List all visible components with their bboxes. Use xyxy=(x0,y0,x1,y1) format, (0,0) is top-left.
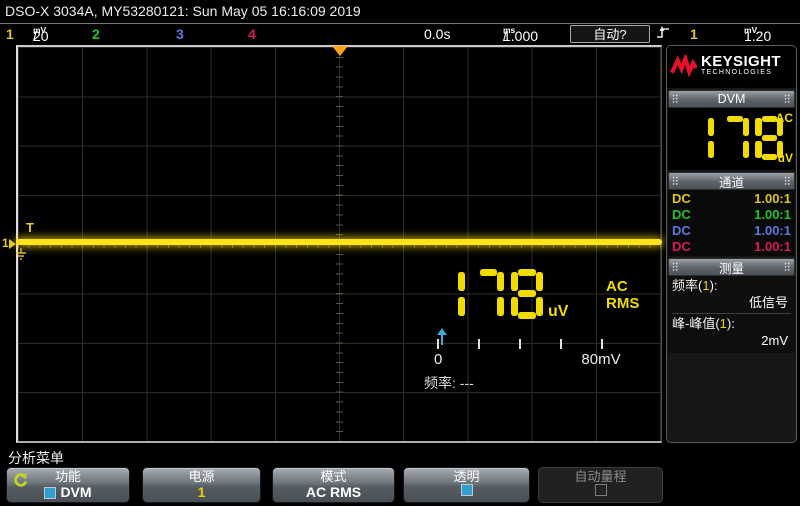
grip-icon xyxy=(672,94,679,104)
checkbox-checked-icon xyxy=(461,484,473,496)
trigger-source: 1 xyxy=(690,26,698,42)
softkey-value: DVM xyxy=(60,484,91,501)
statusbar: 1 20mV/ 2 3 4 0.0s 1.000ms/ 自动? 1 1.20mV xyxy=(0,24,800,45)
back-arrow-icon xyxy=(11,472,28,493)
time-reference-marker[interactable] xyxy=(332,46,348,56)
dvm-unit: uV xyxy=(778,151,793,165)
dvm-scale-tick xyxy=(478,339,480,349)
softkey-value: 1 xyxy=(143,484,260,501)
ground-symbol-icon xyxy=(15,247,27,265)
softkey-transparent[interactable]: 透明 xyxy=(403,467,530,503)
channel4-row: DC1.00:1 xyxy=(668,239,795,255)
measure-panel: 测量 频率(1): 低信号 峰-峰值(1): 2mV xyxy=(668,258,795,353)
channels-panel: 通道 DC1.00:1 DC1.00:1 DC1.00:1 DC1.00:1 xyxy=(668,172,795,256)
channel2-row: DC1.00:1 xyxy=(668,207,795,223)
channel4-indicator[interactable]: 4 xyxy=(248,26,256,42)
checkbox-unchecked-icon xyxy=(595,484,607,496)
softkey-label: 透明 xyxy=(404,470,529,484)
dvm-overlay-unit: uV xyxy=(548,303,568,321)
dvm-scale-min-label: 0 xyxy=(434,351,442,368)
trigger-mode-label: 自动? xyxy=(593,27,626,42)
softkey-value: AC RMS xyxy=(273,484,394,501)
oscilloscope-screen: DSO-X 3034A, MY53280121: Sun May 05 16:1… xyxy=(0,0,800,506)
grip-icon xyxy=(784,176,791,186)
softkey-mode[interactable]: 模式 AC RMS xyxy=(272,467,395,503)
channel3-row: DC1.00:1 xyxy=(668,223,795,239)
freq-measure-label: 频率(1): xyxy=(672,278,791,294)
channel1-row: DC1.00:1 xyxy=(668,191,795,207)
grip-icon xyxy=(672,176,679,186)
dvm-overlay-mode: AC RMS xyxy=(606,278,661,312)
softkey-label: 模式 xyxy=(273,470,394,484)
divider xyxy=(672,313,791,314)
dvm-panel-header[interactable]: DVM xyxy=(668,90,795,108)
dvm-scale-max-label: 80mV xyxy=(574,351,628,368)
dvm-frequency-readout: 频率: --- xyxy=(424,373,474,393)
trigger-slope-icon xyxy=(656,25,671,43)
channels-panel-header[interactable]: 通道 xyxy=(668,172,795,190)
keysight-logo-icon xyxy=(670,55,697,79)
brand-name: KEYSIGHT xyxy=(701,56,781,67)
grip-icon xyxy=(784,94,791,104)
dvm-mode: AC xyxy=(776,111,793,125)
channel1-indicator[interactable]: 1 xyxy=(6,26,14,42)
graticule: uV AC RMS 0 80mV 频率: --- xyxy=(16,45,662,443)
dvm-scale-pointer-stem xyxy=(441,334,443,345)
instrument-title: DSO-X 3034A, MY53280121: Sun May 05 16:1… xyxy=(5,3,361,19)
pkpk-measure-label: 峰-峰值(1): xyxy=(672,316,791,332)
dvm-reading: AC uV xyxy=(668,108,795,170)
time-position: 0.0s xyxy=(424,26,450,42)
softkey-function[interactable]: 功能 DVM xyxy=(6,467,130,503)
freq-measure-value: 低信号 xyxy=(672,294,791,311)
dvm-value xyxy=(683,116,787,172)
pkpk-measure-value: 2mV xyxy=(672,332,791,349)
grip-icon xyxy=(784,262,791,272)
dvm-scale-tick xyxy=(519,339,521,349)
brand-subtitle: TECHNOLOGIES xyxy=(701,67,781,78)
channel-rows: DC1.00:1 DC1.00:1 DC1.00:1 DC1.00:1 xyxy=(668,190,795,256)
grip-icon xyxy=(672,262,679,272)
measure-panel-header[interactable]: 测量 xyxy=(668,258,795,276)
softkey-source[interactable]: 电源 1 xyxy=(142,467,261,503)
measure-rows: 频率(1): 低信号 峰-峰值(1): 2mV xyxy=(668,276,795,353)
sidebar: KEYSIGHT TECHNOLOGIES DVM AC uV 通道 xyxy=(666,45,797,443)
trigger-level-marker[interactable]: T xyxy=(26,220,34,235)
brand-header: KEYSIGHT TECHNOLOGIES xyxy=(667,46,796,88)
channel1-trace[interactable] xyxy=(16,239,662,245)
channel2-indicator[interactable]: 2 xyxy=(92,26,100,42)
dvm-overlay-value xyxy=(430,269,547,332)
titlebar: DSO-X 3034A, MY53280121: Sun May 05 16:1… xyxy=(0,0,800,24)
checkbox-checked-icon xyxy=(44,487,56,499)
softkey-label: 电源 xyxy=(143,470,260,484)
dvm-scale-tick xyxy=(437,339,439,349)
dvm-scale-tick xyxy=(601,339,603,349)
softkey-autorange[interactable]: 自动量程 xyxy=(538,467,663,503)
dvm-scale-tick xyxy=(560,339,562,349)
channel3-indicator[interactable]: 3 xyxy=(176,26,184,42)
menu-title: 分析菜单 xyxy=(8,448,64,468)
dvm-panel: DVM AC uV xyxy=(668,90,795,170)
trigger-mode-badge: 自动? xyxy=(570,25,650,43)
softkey-label: 自动量程 xyxy=(539,470,662,484)
